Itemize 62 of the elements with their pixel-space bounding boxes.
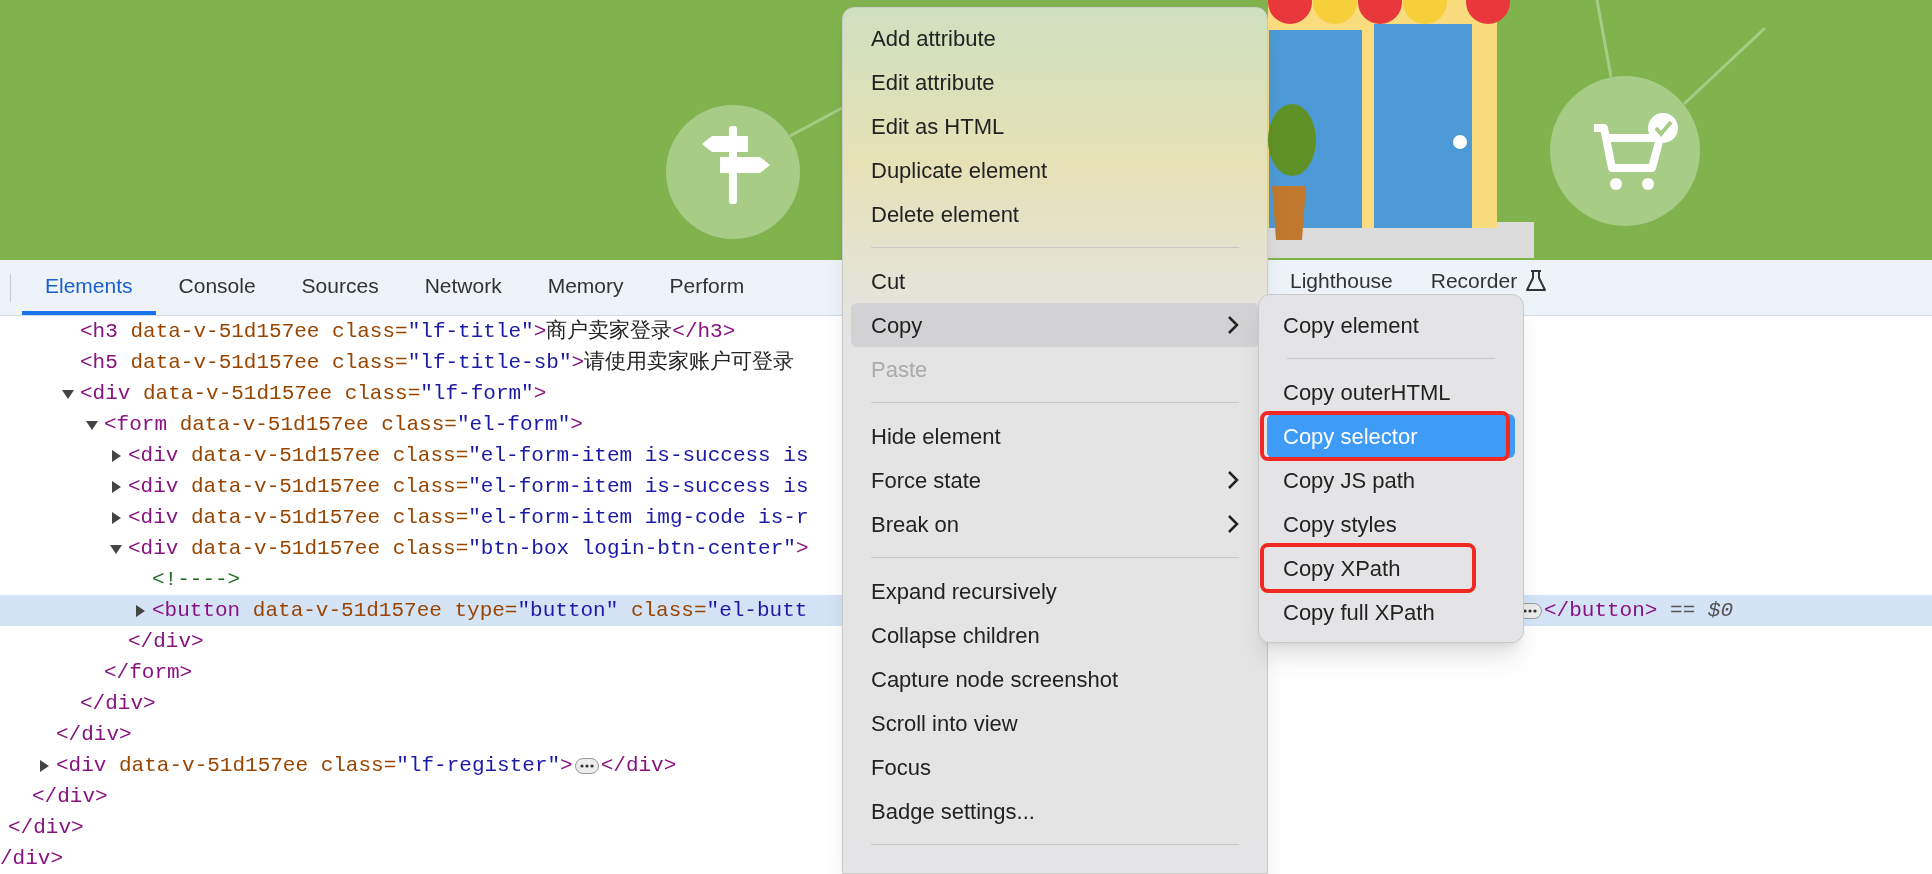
panel-tab[interactable]: Sources	[278, 260, 402, 315]
menu-item[interactable]: Copy styles	[1267, 502, 1515, 546]
connector-line	[789, 106, 843, 138]
code-line: </form>	[104, 659, 193, 686]
menu-item[interactable]: Focus	[851, 745, 1259, 789]
expand-triangle-icon[interactable]	[110, 480, 122, 493]
ellipsis-icon	[579, 763, 594, 768]
menu-item[interactable]: Duplicate element	[851, 148, 1259, 192]
panel-tab[interactable]: Perform	[646, 260, 768, 315]
menu-item[interactable]: Delete element	[851, 192, 1259, 236]
code-line: <div data-v-51d157ee class="lf-form">	[80, 380, 547, 407]
code-line: </div>	[56, 721, 132, 748]
code-line: <div data-v-51d157ee class="el-form-item is-success is	[128, 473, 809, 500]
menu-item[interactable]: Copy JS path	[1267, 458, 1515, 502]
ellipsis-button[interactable]	[574, 757, 599, 774]
menu-item[interactable]: Badge settings...	[851, 789, 1259, 833]
collapse-triangle-icon[interactable]	[110, 542, 122, 555]
menu-item[interactable]: Copy outerHTML	[1267, 370, 1515, 414]
code-line: </div>	[80, 690, 156, 717]
expand-triangle-icon[interactable]	[110, 449, 122, 462]
expand-triangle-icon[interactable]	[38, 759, 50, 772]
menu-item[interactable]: Edit as HTML	[851, 104, 1259, 148]
collapse-triangle-icon[interactable]	[62, 387, 74, 400]
code-line: <div data-v-51d157ee class="btn-box login-btn-center">	[128, 535, 809, 562]
panel-tab[interactable]: Network	[401, 260, 525, 315]
code-line: <div data-v-51d157ee class="el-form-item img-code is-r	[128, 504, 809, 531]
panel-tab[interactable]: Console	[155, 260, 279, 315]
menu-item[interactable]: Copy	[851, 303, 1259, 347]
expand-triangle-icon[interactable]	[110, 511, 122, 524]
expand-triangle-icon[interactable]	[134, 604, 146, 617]
menu-item[interactable]: Copy element	[1267, 303, 1515, 347]
panel-tab[interactable]: Lighthouse	[1290, 269, 1393, 293]
menu-item[interactable]: Hide element	[851, 414, 1259, 458]
code-line: <!---->	[152, 566, 241, 593]
code-line: <div data-v-51d157ee class="lf-register">	[56, 752, 573, 779]
menu-item[interactable]: Break on	[851, 502, 1259, 546]
signpost-icon	[666, 105, 800, 239]
code-line: <form data-v-51d157ee class="el-form">	[104, 411, 583, 438]
code-line: <h3 data-v-51d157ee class="lf-title">商户卖家登录</h3>	[80, 318, 736, 345]
code-line: /div>	[0, 845, 63, 872]
menu-item[interactable]: Expand recursively	[851, 569, 1259, 613]
code-line: <div data-v-51d157ee class="el-form-item is-success is	[128, 442, 809, 469]
menu-item[interactable]: Collapse children	[851, 613, 1259, 657]
code-line: </div>	[600, 752, 677, 779]
code-line: </div>	[128, 628, 204, 655]
code-line: <h5 data-v-51d157ee class="lf-title-sb">请使用卖家账户可登录	[80, 349, 795, 376]
menu-item[interactable]: Add attribute	[851, 16, 1259, 60]
code-line: </button> == $0	[1544, 597, 1734, 624]
menu-item[interactable]: Force state	[851, 458, 1259, 502]
collapse-triangle-icon[interactable]	[86, 418, 98, 431]
menu-item[interactable]: Scroll into view	[851, 701, 1259, 745]
code-line: </div>	[8, 814, 84, 841]
menu-item[interactable]: Copy full XPath	[1267, 590, 1515, 634]
panel-tab[interactable]: Memory	[524, 260, 647, 315]
cart-icon	[1550, 76, 1700, 226]
panel-tab[interactable]: Elements	[22, 260, 156, 315]
menu-item[interactable]: Cut	[851, 259, 1259, 303]
menu-item[interactable]: Capture node screenshot	[851, 657, 1259, 701]
code-line: <button data-v-51d157ee type="button" class="el-butt	[152, 597, 808, 624]
panel-tab[interactable]: Recorder	[1430, 269, 1548, 293]
code-line: </div>	[32, 783, 108, 810]
menu-item[interactable]: Edit attribute	[851, 60, 1259, 104]
